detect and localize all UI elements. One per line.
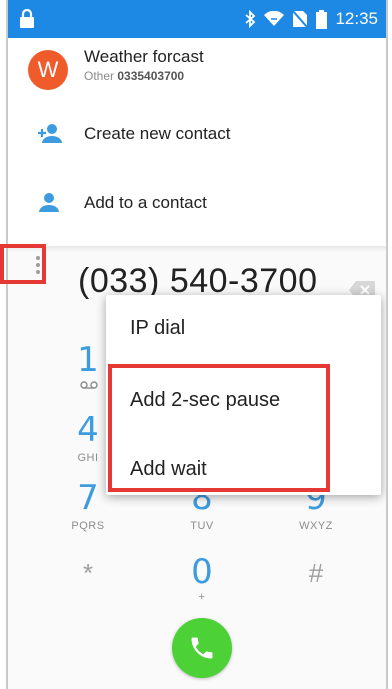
lock-icon [20, 9, 34, 28]
call-button[interactable] [172, 618, 232, 678]
key-7-letters: PQRS [71, 520, 105, 532]
avatar: W [28, 50, 68, 90]
contact-name: Weather forcast [84, 47, 204, 66]
menu-item-ip-dial[interactable]: IP dial [130, 317, 185, 340]
key-8-letters: TUV [190, 520, 214, 532]
add-to-contact-label: Add to a contact [84, 193, 207, 212]
dialpad-divider [6, 246, 386, 252]
phone-screen: 12:35 W Weather forcast Other 0335403700… [6, 0, 386, 689]
person-icon [39, 193, 59, 212]
bluetooth-icon [245, 10, 256, 28]
voicemail-icon [80, 381, 98, 389]
battery-icon [316, 9, 328, 29]
key-9-letters: WXYZ [299, 520, 333, 532]
status-icons: 12:35 [244, 8, 378, 30]
contact-type-label: Other [84, 69, 115, 83]
key-hash[interactable]: # [286, 558, 346, 589]
contact-number: 0335403700 [117, 69, 185, 83]
frame-edge [6, 0, 8, 689]
highlight-overflow-button [0, 244, 46, 284]
add-person-icon [38, 124, 62, 143]
highlight-pause-wait-options [108, 364, 330, 492]
key-0[interactable]: 0 [172, 552, 232, 592]
no-sim-icon [292, 10, 309, 28]
create-new-contact-label: Create new contact [84, 124, 231, 143]
wifi-icon [264, 11, 285, 26]
clock: 12:35 [335, 9, 378, 28]
status-bar: 12:35 [6, 0, 386, 38]
contact-detail: Other 0335403700 [84, 69, 184, 83]
phone-icon [191, 637, 213, 659]
frame-edge [386, 0, 388, 689]
key-0-letters: + [198, 591, 206, 603]
key-star[interactable]: * [58, 558, 118, 589]
